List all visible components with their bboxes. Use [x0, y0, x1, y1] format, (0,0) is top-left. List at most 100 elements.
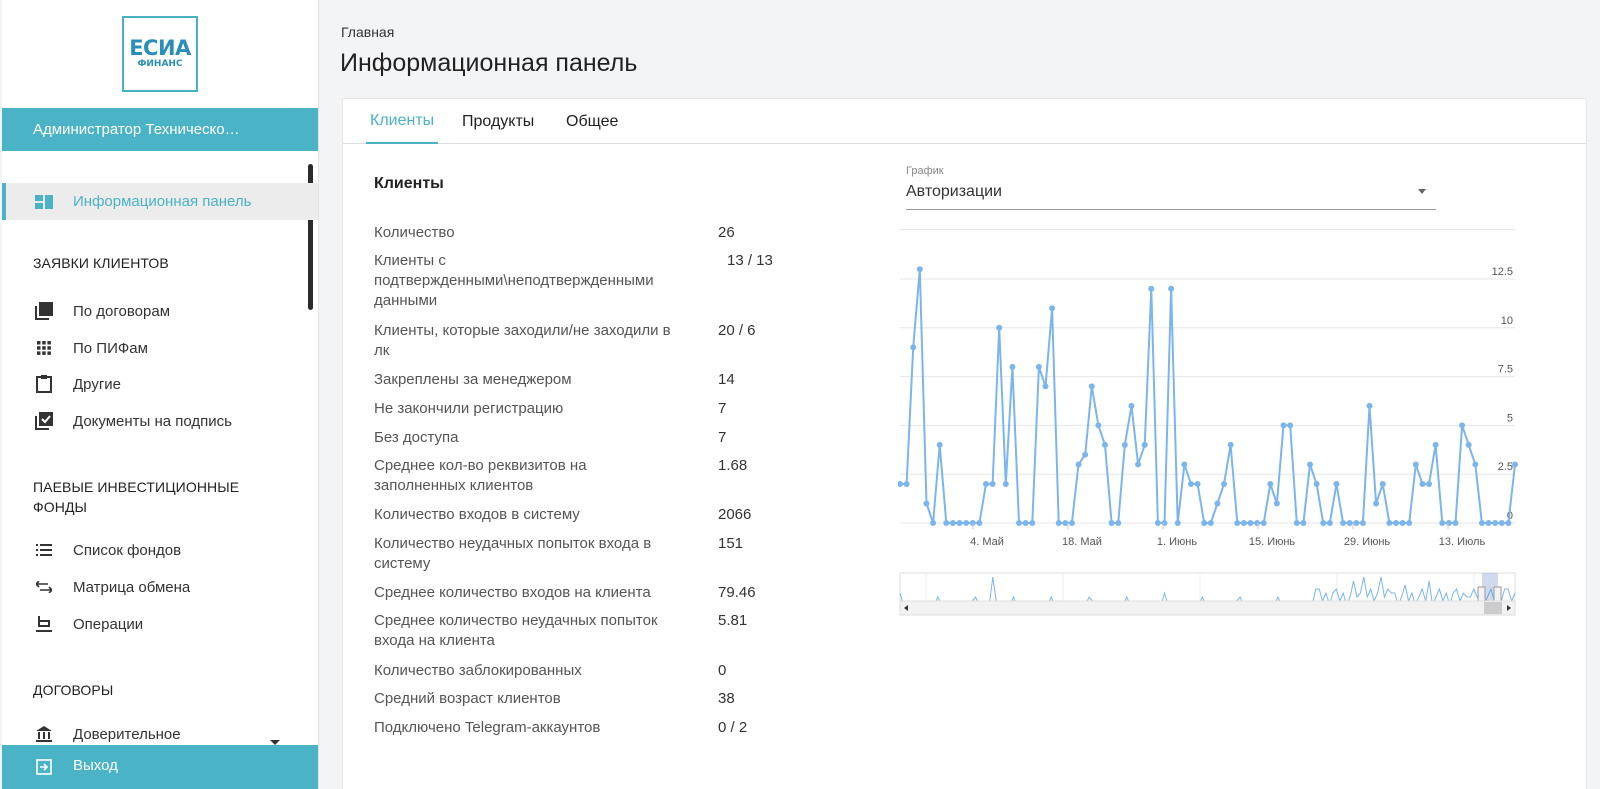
data-point[interactable]: [1154, 520, 1161, 526]
data-point[interactable]: [996, 324, 1003, 331]
navigator-left-handle[interactable]: [1477, 586, 1486, 602]
data-point[interactable]: [1234, 520, 1241, 526]
data-point[interactable]: [1432, 441, 1439, 448]
data-point[interactable]: [1445, 520, 1452, 526]
data-point[interactable]: [1512, 461, 1518, 468]
data-point[interactable]: [1055, 520, 1062, 526]
navigator-right-handle[interactable]: [1493, 586, 1502, 602]
tab-products[interactable]: Продукты: [462, 99, 534, 144]
navigator-scroll-thumb[interactable]: [1484, 602, 1502, 614]
data-point[interactable]: [1320, 520, 1327, 526]
sidebar-item-documents-to-sign[interactable]: Документы на подпись: [2, 406, 302, 436]
data-point[interactable]: [1095, 422, 1102, 429]
data-point[interactable]: [1148, 285, 1155, 292]
sidebar-item-operations[interactable]: Операции: [2, 609, 302, 639]
sidebar-item-dashboard[interactable]: Информационная панель: [2, 183, 318, 220]
authorizations-chart[interactable]: 02.557.51012.5 4. Май 18. Май 1. Июнь 15. И…: [898, 229, 1528, 629]
data-point[interactable]: [1227, 441, 1234, 448]
data-point[interactable]: [1102, 441, 1108, 448]
data-point[interactable]: [923, 500, 930, 507]
tab-general[interactable]: Общее: [566, 99, 618, 144]
data-point[interactable]: [1340, 520, 1347, 526]
data-point[interactable]: [963, 520, 970, 526]
data-point[interactable]: [1459, 422, 1466, 429]
data-point[interactable]: [1075, 461, 1082, 468]
data-point[interactable]: [956, 520, 963, 526]
data-point[interactable]: [989, 480, 996, 487]
data-point[interactable]: [1326, 520, 1333, 526]
data-point[interactable]: [1373, 500, 1380, 507]
sidebar-item-fund-list[interactable]: Список фондов: [2, 535, 302, 565]
data-point[interactable]: [1247, 520, 1254, 526]
data-point[interactable]: [1280, 422, 1287, 429]
data-point[interactable]: [1181, 461, 1188, 468]
data-point[interactable]: [903, 480, 910, 487]
data-point[interactable]: [1313, 480, 1320, 487]
sidebar-item-other-requests[interactable]: Другие: [2, 369, 302, 399]
data-point[interactable]: [1426, 480, 1433, 487]
data-point[interactable]: [1161, 520, 1168, 526]
data-point[interactable]: [1505, 520, 1512, 526]
data-point[interactable]: [1260, 520, 1267, 526]
data-point[interactable]: [1135, 461, 1142, 468]
data-point[interactable]: [1108, 520, 1115, 526]
data-point[interactable]: [1293, 520, 1300, 526]
data-point[interactable]: [1452, 520, 1459, 526]
data-point[interactable]: [1214, 500, 1221, 507]
tab-clients[interactable]: Клиенты: [366, 99, 439, 144]
chart-navigator[interactable]: 20182020202220242026: [899, 572, 1516, 616]
data-point[interactable]: [1353, 520, 1360, 526]
data-point[interactable]: [930, 520, 937, 526]
data-point[interactable]: [1062, 520, 1069, 526]
data-point[interactable]: [1492, 520, 1499, 526]
data-point[interactable]: [1485, 520, 1492, 526]
data-point[interactable]: [1035, 363, 1042, 370]
data-point[interactable]: [1168, 285, 1175, 292]
data-point[interactable]: [1359, 520, 1366, 526]
data-point[interactable]: [943, 520, 950, 526]
data-point[interactable]: [1366, 402, 1373, 409]
data-point[interactable]: [1379, 480, 1386, 487]
data-point[interactable]: [1016, 520, 1023, 526]
data-point[interactable]: [1201, 520, 1208, 526]
data-point[interactable]: [1068, 520, 1075, 526]
data-point[interactable]: [1115, 520, 1122, 526]
data-point[interactable]: [949, 520, 956, 526]
data-point[interactable]: [1300, 520, 1307, 526]
data-point[interactable]: [1254, 520, 1261, 526]
data-point[interactable]: [1478, 520, 1485, 526]
data-point[interactable]: [1221, 480, 1228, 487]
data-point[interactable]: [1267, 480, 1274, 487]
data-point[interactable]: [1333, 480, 1340, 487]
data-point[interactable]: [1049, 305, 1056, 312]
data-point[interactable]: [1141, 441, 1148, 448]
sidebar-item-contracts-requests[interactable]: По договорам: [2, 296, 302, 326]
data-point[interactable]: [1412, 461, 1419, 468]
data-point[interactable]: [1498, 520, 1505, 526]
data-point[interactable]: [1194, 480, 1201, 487]
data-point[interactable]: [1472, 461, 1479, 468]
breadcrumb[interactable]: Главная: [341, 24, 394, 40]
data-point[interactable]: [1465, 441, 1472, 448]
sidebar-item-pif-requests[interactable]: По ПИФам: [2, 333, 302, 363]
data-point[interactable]: [1439, 520, 1446, 526]
logout-button[interactable]: Выход: [2, 745, 318, 789]
logo[interactable]: ЕСИА ФИНАНС: [122, 16, 198, 92]
data-point[interactable]: [1042, 383, 1049, 390]
chart-type-select[interactable]: Авторизации: [906, 180, 1436, 210]
data-point[interactable]: [1022, 520, 1029, 526]
data-point[interactable]: [1082, 451, 1089, 458]
data-point[interactable]: [1207, 520, 1214, 526]
data-point[interactable]: [982, 480, 989, 487]
data-point[interactable]: [1240, 520, 1247, 526]
data-point[interactable]: [1419, 480, 1426, 487]
data-point[interactable]: [1088, 383, 1095, 390]
data-point[interactable]: [916, 266, 923, 273]
data-point[interactable]: [1406, 520, 1413, 526]
data-point[interactable]: [976, 520, 983, 526]
navigator-scrollbar[interactable]: [899, 600, 1516, 616]
data-point[interactable]: [1273, 500, 1280, 507]
data-point[interactable]: [1009, 363, 1016, 370]
data-point[interactable]: [1346, 520, 1353, 526]
data-point[interactable]: [1287, 422, 1294, 429]
